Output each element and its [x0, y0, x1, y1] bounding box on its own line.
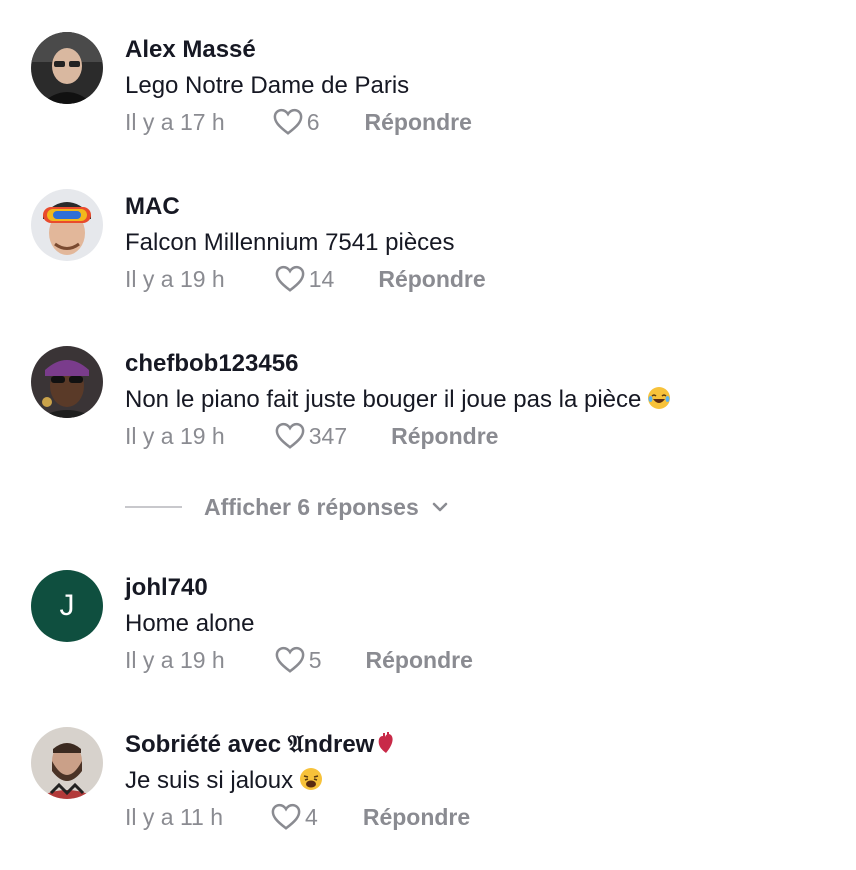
- reply-button[interactable]: Répondre: [365, 109, 472, 136]
- chevron-down-icon: [432, 502, 447, 512]
- comment-item: J johl740 Home alone Il y a 19 h 5 Répon…: [0, 570, 856, 690]
- like-count: 14: [308, 265, 335, 292]
- like-count: 4: [305, 803, 318, 830]
- divider: [125, 506, 182, 508]
- reply-button[interactable]: Répondre: [378, 266, 485, 293]
- comment-text: Home alone: [125, 610, 255, 637]
- comment-username[interactable]: chefbob123456: [125, 350, 298, 378]
- reply-button[interactable]: Répondre: [391, 423, 498, 450]
- comment-time: Il y a 19 h: [125, 646, 225, 673]
- comment-username[interactable]: Alex Massé: [125, 36, 256, 64]
- like-button[interactable]: 347: [275, 422, 347, 450]
- avatar[interactable]: [31, 727, 103, 799]
- comment-meta: Il y a 19 h 5 Répondre: [125, 644, 473, 676]
- comment-item: Alex Massé Lego Notre Dame de Paris Il y…: [0, 32, 856, 152]
- view-replies-button[interactable]: Afficher 6 réponses: [125, 492, 449, 522]
- avatar[interactable]: J: [31, 570, 103, 642]
- comment-meta: Il y a 11 h 4 Répondre: [125, 801, 470, 833]
- comment-text-content: Non le piano fait juste bouger il joue p…: [125, 386, 642, 413]
- comment-username[interactable]: MAC: [125, 193, 180, 221]
- comment-time: Il y a 19 h: [125, 422, 225, 449]
- avatar[interactable]: [31, 32, 103, 104]
- anatomical-heart-emoji: [379, 732, 393, 753]
- comment-username-text: Sobriété avec 𝔄ndrew: [125, 731, 375, 758]
- laughing-tears-emoji: [648, 387, 671, 409]
- like-count: 6: [306, 108, 320, 135]
- comment-text: Non le piano fait juste bouger il joue p…: [125, 386, 671, 414]
- comment-meta: Il y a 17 h 6 Répondre: [125, 106, 472, 138]
- avatar[interactable]: [31, 346, 103, 418]
- heart-icon: [275, 422, 305, 449]
- heart-icon: [275, 265, 305, 292]
- comment-item: Sobriété avec 𝔄ndrew Je suis si jaloux I…: [0, 727, 856, 847]
- heart-icon: [275, 646, 305, 673]
- like-button[interactable]: 5: [275, 646, 322, 674]
- like-count: 5: [308, 646, 322, 673]
- comment-username[interactable]: Sobriété avec 𝔄ndrew: [125, 731, 396, 759]
- comment-meta: Il y a 19 h 14 Répondre: [125, 263, 486, 295]
- comment-time: Il y a 19 h: [125, 265, 225, 292]
- comment-username[interactable]: johl740: [125, 574, 208, 602]
- comment-meta: Il y a 19 h 347 Répondre: [125, 420, 498, 452]
- like-button[interactable]: 14: [275, 265, 335, 293]
- comment-item: MAC Falcon Millennium 7541 pièces Il y a…: [0, 189, 856, 309]
- comment-text-content: Je suis si jaloux: [125, 767, 294, 794]
- comment-item: chefbob123456 Non le piano fait juste bo…: [0, 346, 856, 466]
- like-count: 347: [308, 422, 348, 449]
- comment-text: Falcon Millennium 7541 pièces: [125, 229, 455, 256]
- weary-face-emoji: [300, 768, 323, 790]
- comment-time: Il y a 17 h: [125, 108, 225, 135]
- reply-button[interactable]: Répondre: [363, 804, 470, 831]
- heart-icon: [273, 108, 303, 135]
- view-replies-label: Afficher 6 réponses: [204, 493, 419, 520]
- comment-time: Il y a 11 h: [125, 803, 224, 830]
- avatar[interactable]: [31, 189, 103, 261]
- comment-text: Je suis si jaloux: [125, 767, 323, 795]
- heart-icon: [271, 803, 301, 830]
- comment-text: Lego Notre Dame de Paris: [125, 72, 410, 99]
- reply-button[interactable]: Répondre: [366, 647, 473, 674]
- like-button[interactable]: 6: [273, 108, 320, 136]
- like-button[interactable]: 4: [271, 803, 318, 831]
